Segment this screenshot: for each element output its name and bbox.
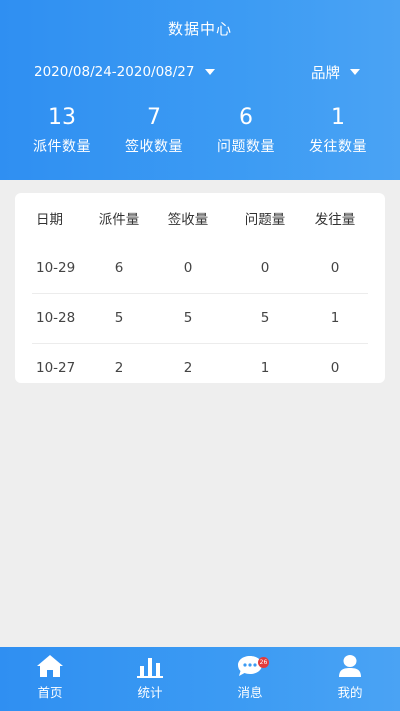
stat-label: 签收数量	[125, 139, 183, 155]
cell-signed: 0	[183, 259, 193, 276]
stat-sent: 1 发往数量	[292, 104, 384, 156]
cell-sent: 0	[330, 259, 340, 276]
stats-row: 13 派件数量 7 签收数量 6 问题数量 1 发往数量	[16, 104, 384, 156]
stat-label: 发往数量	[309, 139, 367, 155]
cell-sent: 0	[302, 342, 368, 393]
bottom-tab-bar: 首页 统计 26 消息 我的	[0, 647, 400, 711]
table-row: 10-28 5 5 5 1	[32, 292, 368, 343]
date-range-text: 2020/08/24-2020/08/27	[34, 64, 195, 80]
cell-sent: 1	[302, 292, 368, 343]
header: 数据中心 2020/08/24-2020/08/27 品牌 13 派件数量 7 …	[0, 0, 400, 180]
column-header-sent: 发往量	[314, 212, 356, 228]
table-header-row: 日期 派件量 签收量 问题量 发往量	[32, 193, 368, 243]
column-header-date: 日期	[36, 212, 63, 228]
tab-label: 统计	[137, 685, 163, 700]
tab-statistics[interactable]: 统计	[100, 647, 200, 711]
cell-dispatch: 5	[90, 292, 148, 343]
tab-label: 消息	[237, 685, 263, 700]
stat-label: 派件数量	[33, 139, 91, 155]
cell-date: 10-28	[32, 292, 90, 343]
column-header-signed: 签收量	[167, 212, 209, 228]
date-range-selector[interactable]: 2020/08/24-2020/08/27	[34, 64, 215, 80]
column-header-dispatch: 派件量	[98, 212, 140, 228]
stat-signed: 7 签收数量	[108, 104, 200, 156]
tab-messages[interactable]: 26 消息	[200, 647, 300, 711]
cell-date: 10-29	[36, 259, 76, 276]
brand-selector[interactable]: 品牌	[311, 62, 360, 83]
home-icon	[35, 652, 65, 678]
table-row: 10-27 2 2 1 0	[32, 342, 368, 393]
stat-problem: 6 问题数量	[200, 104, 292, 156]
cell-dispatch: 2	[90, 342, 148, 393]
caret-down-icon	[350, 69, 360, 75]
user-icon	[335, 652, 365, 678]
tab-label: 我的	[337, 685, 363, 700]
cell-date: 10-27	[32, 342, 90, 393]
message-badge: 26	[258, 657, 269, 668]
column-header-problem: 问题量	[244, 212, 286, 228]
data-table-card: 日期 派件量 签收量 问题量 发往量 10-29 6 0 0 0 10-28 5…	[15, 193, 385, 393]
page-title: 数据中心	[167, 20, 232, 38]
data-table: 日期 派件量 签收量 问题量 发往量 10-29 6 0 0 0 10-28 5…	[32, 193, 368, 393]
stat-value: 7	[147, 105, 161, 130]
cell-problem: 5	[228, 292, 302, 343]
table-row: 10-29 6 0 0 0	[32, 243, 368, 293]
caret-down-icon	[204, 69, 215, 75]
brand-label: 品牌	[311, 65, 340, 82]
stat-label: 问题数量	[217, 139, 275, 155]
tab-home[interactable]: 首页	[0, 647, 100, 711]
stat-value: 13	[48, 105, 76, 130]
cell-signed: 2	[148, 342, 228, 393]
bar-chart-icon	[135, 652, 165, 678]
stat-value: 6	[239, 105, 253, 130]
tab-label: 首页	[37, 685, 63, 700]
stat-value: 1	[331, 105, 345, 130]
cell-dispatch: 6	[114, 259, 124, 276]
cell-problem: 1	[228, 342, 302, 393]
stat-dispatch: 13 派件数量	[16, 104, 108, 156]
cell-signed: 5	[148, 292, 228, 343]
filter-row: 2020/08/24-2020/08/27 品牌	[34, 62, 360, 82]
tab-profile[interactable]: 我的	[300, 647, 400, 711]
cell-problem: 0	[260, 259, 270, 276]
